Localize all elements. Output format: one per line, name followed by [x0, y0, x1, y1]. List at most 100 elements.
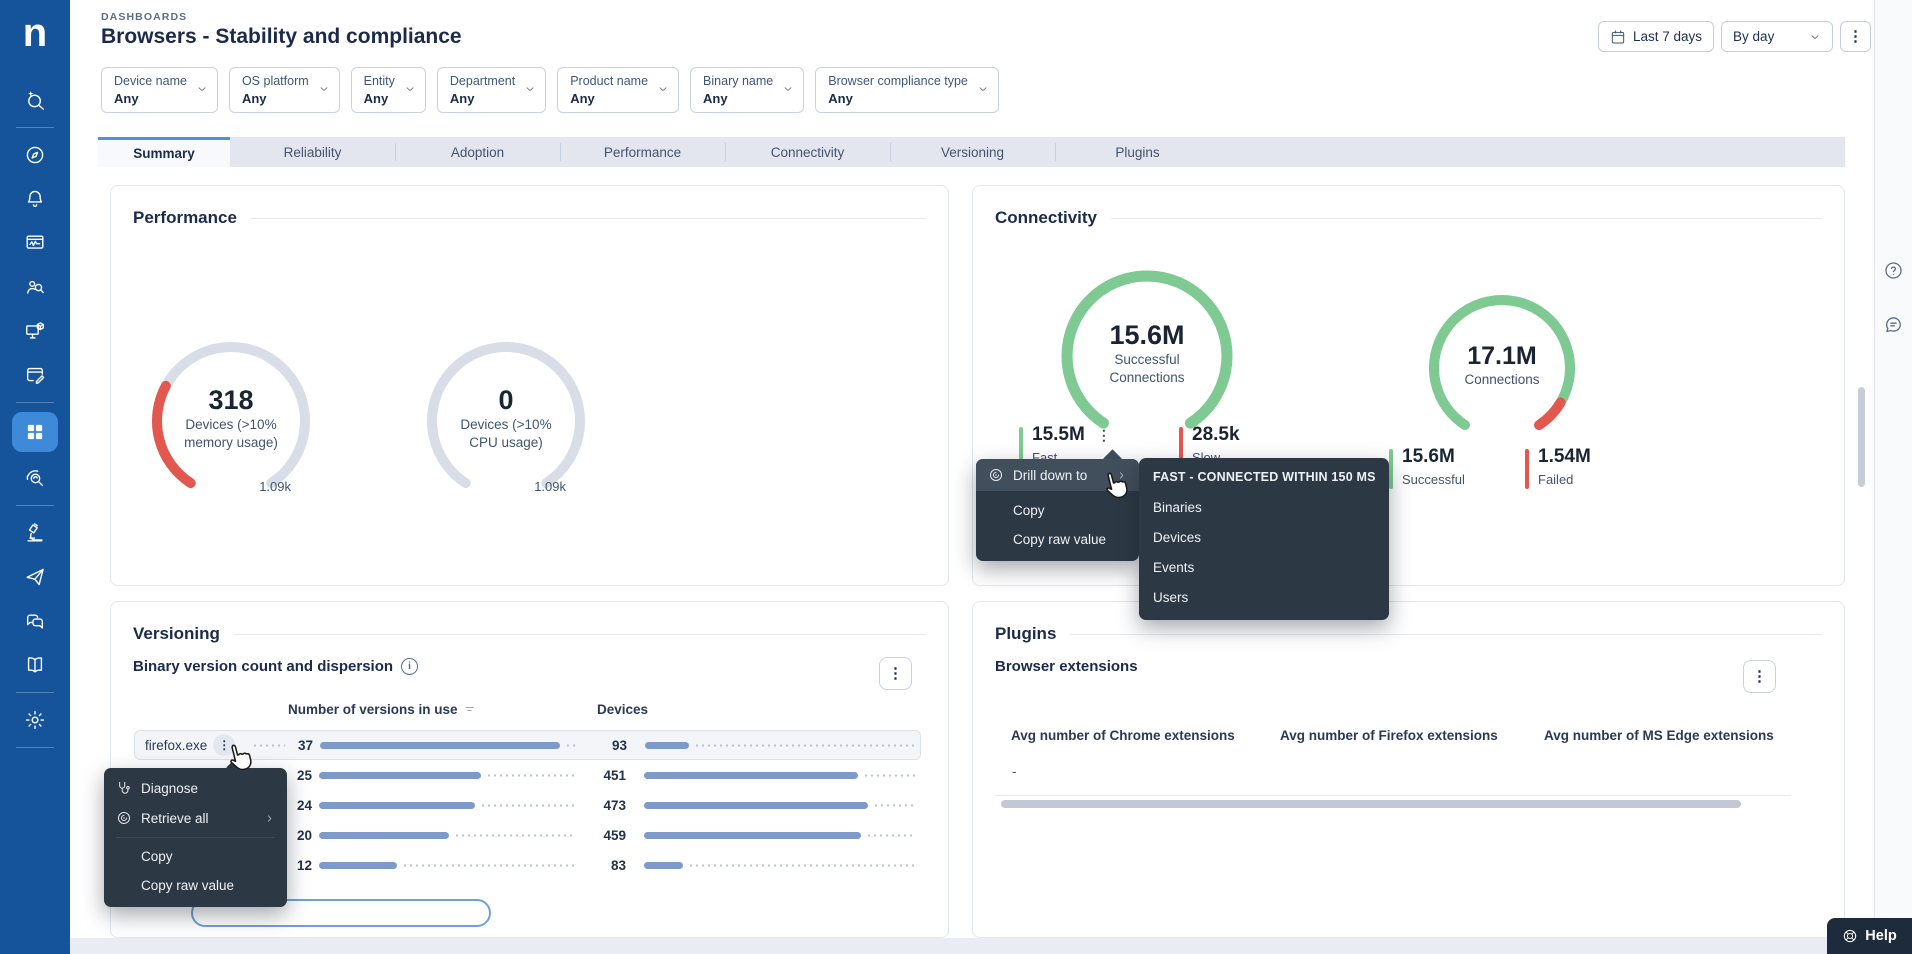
gauge[interactable]: 15.6MSuccessfulConnections	[1056, 265, 1238, 447]
menu-item-label: Diagnose	[141, 781, 198, 796]
submenu-item-binaries[interactable]: Binaries	[1139, 492, 1389, 522]
gauge[interactable]: 318Devices (>10%memory usage)1.09k	[147, 337, 315, 505]
dotted-leader	[873, 804, 916, 807]
filter-chip-department[interactable]: DepartmentAny	[437, 67, 546, 113]
paper-plane-icon	[24, 566, 46, 588]
chevron-down-icon	[782, 83, 794, 95]
table-row[interactable]: firefox.exe⋮3793	[134, 730, 921, 760]
horizontal-scrollbar[interactable]	[1001, 800, 1741, 808]
menu-item-copy[interactable]: Copy	[976, 496, 1139, 525]
dotted-leader	[863, 774, 916, 777]
filter-chip-os-platform[interactable]: OS platformAny	[229, 67, 340, 113]
column-header-versions[interactable]: Number of versions in use	[288, 702, 475, 717]
sidebar-item-bell[interactable]	[13, 177, 57, 221]
versions-value: 24	[284, 798, 312, 813]
filter-label: Binary name	[703, 74, 773, 88]
sidebar-item-people-search[interactable]	[13, 265, 57, 309]
chevron-down-icon	[977, 83, 989, 95]
monitor-pulse-icon	[24, 232, 46, 254]
chevron-down-icon	[657, 83, 669, 95]
devices-bar-zone	[644, 832, 921, 839]
versions-bar	[319, 862, 397, 869]
legend-kebab-icon[interactable]: ⋮	[1097, 427, 1111, 444]
gauge-label: Successful	[1114, 351, 1179, 369]
time-range-button[interactable]: Last 7 days	[1598, 21, 1714, 52]
legend-label: Failed	[1538, 472, 1591, 487]
menu-item-diagnose[interactable]: Diagnose	[104, 773, 287, 803]
sidebar-item-paper-plane[interactable]	[13, 555, 57, 599]
filter-chip-device-name[interactable]: Device nameAny	[101, 67, 218, 113]
menu-item-copy-raw-value[interactable]: Copy raw value	[104, 871, 287, 900]
tab-summary[interactable]: Summary	[98, 137, 230, 167]
chevron-down-icon	[318, 83, 330, 95]
dotted-leader	[486, 774, 576, 777]
tab-plugins[interactable]: Plugins	[1055, 137, 1220, 167]
versions-bar	[319, 832, 449, 839]
sidebar-item-microscope[interactable]	[13, 511, 57, 555]
filter-value: Any	[364, 91, 395, 106]
devices-bar-zone	[644, 772, 921, 779]
menu-item-copy-raw-value[interactable]: Copy raw value	[976, 525, 1139, 554]
versions-bar-zone	[319, 832, 581, 839]
filter-label: OS platform	[242, 74, 309, 88]
sidebar-item-monitor-pulse[interactable]	[13, 221, 57, 265]
gauge-total: 1.09k	[221, 479, 291, 494]
row-kebab-button[interactable]: ⋮	[213, 734, 235, 756]
filter-chip-product-name[interactable]: Product nameAny	[557, 67, 679, 113]
sort-icon[interactable]	[464, 704, 475, 715]
sidebar-divider	[16, 692, 54, 693]
sidebar-item-book[interactable]	[13, 643, 57, 687]
kebab-icon: ⋮	[1752, 669, 1767, 684]
menu-item-drill-down-to[interactable]: Drill down to	[976, 459, 1139, 491]
feedback-chat-icon[interactable]	[1883, 314, 1904, 340]
divider	[995, 795, 1791, 796]
group-by-select[interactable]: By day	[1721, 21, 1833, 52]
menu-item-copy[interactable]: Copy	[104, 842, 287, 871]
app-logo[interactable]: n	[0, 0, 70, 64]
help-circle-icon[interactable]	[1883, 260, 1904, 286]
bell-icon	[24, 188, 46, 210]
info-icon[interactable]: i	[401, 658, 418, 675]
tab-adoption[interactable]: Adoption	[395, 137, 560, 167]
sidebar-item-dashboards-grid[interactable]	[12, 412, 58, 452]
devices-bar	[644, 802, 868, 809]
tab-performance[interactable]: Performance	[560, 137, 725, 167]
versions-bar-zone	[319, 802, 581, 809]
submenu-header: FAST - CONNECTED WITHIN 150 MS	[1139, 458, 1389, 492]
filter-chip-entity[interactable]: Entity Any	[351, 67, 426, 113]
vertical-scrollbar[interactable]	[1858, 387, 1865, 487]
header-kebab-button[interactable]: ⋮	[1840, 21, 1871, 52]
submenu-item-users[interactable]: Users	[1139, 582, 1389, 612]
gauge[interactable]: 0Devices (>10%CPU usage)1.09k	[422, 337, 590, 505]
gauge-text: 17.1MConnections	[1424, 286, 1580, 446]
tab-connectivity[interactable]: Connectivity	[725, 137, 890, 167]
sidebar-item-device-cube[interactable]	[13, 309, 57, 353]
gauge[interactable]: 17.1MConnections	[1424, 290, 1580, 446]
menu-item-label: Retrieve all	[141, 811, 209, 826]
sidebar-item-ai-search[interactable]	[13, 78, 57, 122]
sidebar-item-window-edit[interactable]	[13, 353, 57, 397]
dotted-leader	[565, 744, 577, 747]
column-header-devices[interactable]: Devices	[597, 702, 648, 717]
binary-name-cell: firefox.exe⋮	[135, 734, 252, 756]
window-edit-icon	[24, 364, 46, 386]
devices-bar-zone	[644, 802, 921, 809]
sidebar-item-compass[interactable]	[13, 133, 57, 177]
filter-chip-browser-compliance-type[interactable]: Browser compliance typeAny	[815, 67, 999, 113]
sidebar-item-gear[interactable]	[13, 698, 57, 742]
help-button[interactable]: Help	[1827, 918, 1912, 954]
submenu-item-devices[interactable]: Devices	[1139, 522, 1389, 552]
tab-versioning[interactable]: Versioning	[890, 137, 1055, 167]
submenu-item-events[interactable]: Events	[1139, 552, 1389, 582]
sidebar-item-chat-bubbles[interactable]	[13, 599, 57, 643]
menu-item-retrieve-all[interactable]: Retrieve all	[104, 803, 287, 833]
sidebar-item-fingerprint-search[interactable]	[13, 456, 57, 500]
gauge-value: 318	[208, 386, 253, 416]
widget-kebab-button[interactable]: ⋮	[879, 657, 912, 690]
chevron-down-icon	[404, 83, 416, 95]
filter-chip-binary-name[interactable]: Binary nameAny	[690, 67, 804, 113]
microscope-icon	[24, 522, 46, 544]
widget-kebab-button[interactable]: ⋮	[1743, 660, 1776, 693]
tab-reliability[interactable]: Reliability	[230, 137, 395, 167]
filter-label: Entity	[364, 74, 395, 88]
